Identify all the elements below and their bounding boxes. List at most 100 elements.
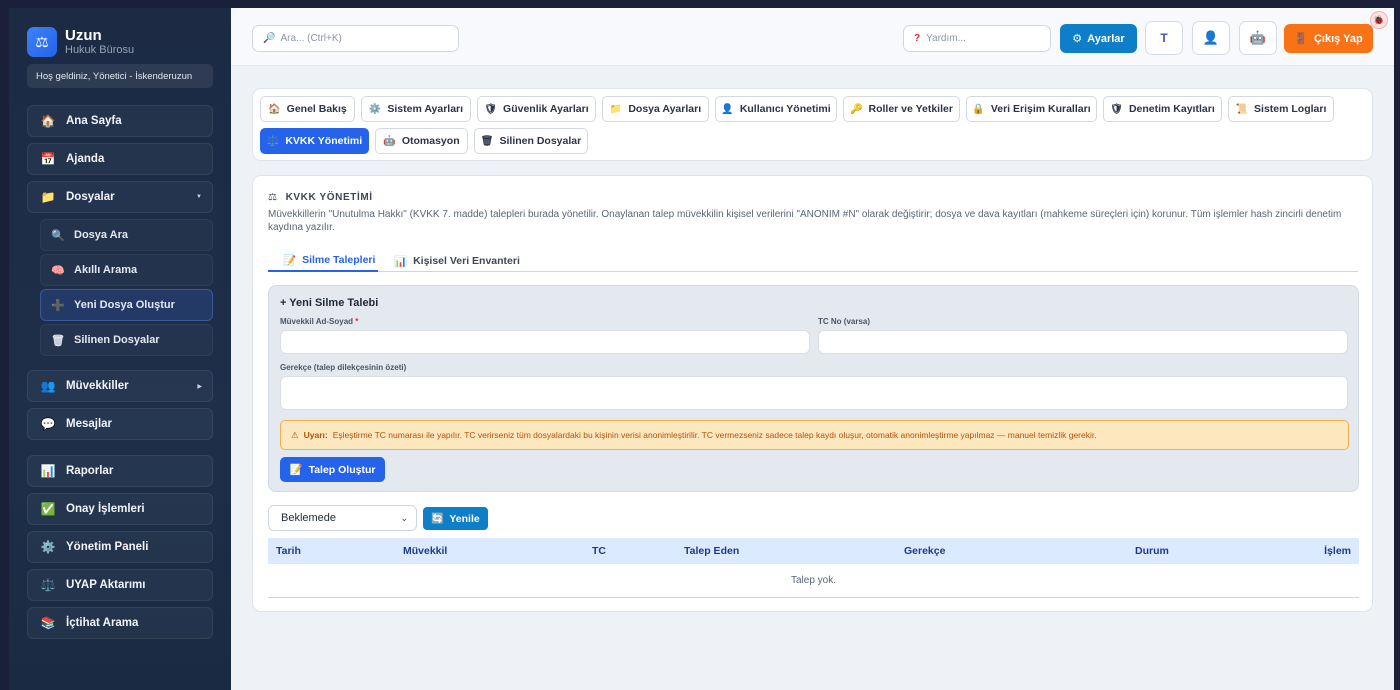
tab-genel-bakis[interactable]: 🏠 Genel Bakış [260, 96, 355, 122]
sidebar-item-ajanda[interactable]: 📅 Ajanda [27, 143, 213, 175]
sidebar-subitem-yeni-dosya[interactable]: ➕ Yeni Dosya Oluştur [40, 289, 213, 321]
sidebar-subitem-label: Yeni Dosya Oluştur [74, 299, 175, 311]
lock-icon: 🔒 [972, 103, 985, 115]
sidebar-item-raporlar[interactable]: 📊 Raporlar [27, 455, 213, 487]
status-filter-value: Beklemede [281, 512, 337, 524]
status-filter-select[interactable]: Beklemede ⌄ [268, 505, 417, 531]
logout-button[interactable]: 🚪 Çıkış Yap [1284, 24, 1373, 53]
sidebar-item-mesajlar[interactable]: 💬 Mesajlar [27, 408, 213, 440]
chat-icon: 💬 [40, 417, 56, 431]
sidebar-item-label: Ajanda [66, 153, 105, 165]
column-header[interactable]: Talep Eden [684, 538, 739, 564]
tab-dosya-ayarlari[interactable]: 📁 Dosya Ayarları [602, 96, 709, 122]
check-icon: ✅ [40, 502, 56, 516]
sidebar-item-label: Ana Sayfa [66, 115, 122, 127]
tab-guvenlik-ayarlari[interactable]: 🛡 Güvenlik Ayarları [477, 96, 596, 122]
main-content: 🔎 Ara... (Ctrl+K) ? Yardım... ⚙ Ayarlar … [231, 8, 1394, 690]
question-icon: ? [914, 33, 921, 44]
subtab-silme-talepleri[interactable]: 📝 Silme Talepleri [268, 250, 378, 272]
tab-roller-yetkiler[interactable]: 🔑 Roller ve Yetkiler [843, 96, 960, 122]
column-header[interactable]: Durum [1135, 538, 1169, 564]
user-icon: 👤 [721, 103, 734, 115]
sidebar-item-label: UYAP Aktarımı [66, 579, 146, 591]
brand-title: Uzun [65, 26, 102, 44]
search-icon: 🔍 [51, 229, 65, 242]
tab-sistem-ayarlari[interactable]: ⚙️ Sistem Ayarları [361, 96, 471, 122]
subtab-kisisel-veri-envanteri[interactable]: 📊 Kişisel Veri Envanteri [394, 250, 520, 272]
caret-right-icon: ▶ [197, 383, 202, 390]
tab-label: Genel Bakış [286, 103, 347, 115]
subtab-label: Silme Talepleri [302, 254, 376, 266]
plus-icon: ➕ [51, 299, 65, 312]
folder-icon: 📁 [40, 190, 56, 204]
tc-label: TC No (varsa) [818, 317, 871, 326]
column-header[interactable]: TC [592, 538, 606, 564]
assistant-button[interactable]: 🤖 [1239, 21, 1277, 55]
tab-sistem-loglari[interactable]: 📜 Sistem Logları [1228, 96, 1334, 122]
column-header[interactable]: Müvekkil [403, 538, 447, 564]
search-input[interactable]: 🔎 Ara... (Ctrl+K) [252, 25, 459, 52]
tab-label: Kullanıcı Yönetimi [739, 103, 831, 115]
tab-kullanici-yonetimi[interactable]: 👤 Kullanıcı Yönetimi [715, 96, 837, 122]
form-title: + Yeni Silme Talebi [280, 297, 379, 309]
teams-icon: T [1160, 31, 1168, 45]
folder-icon: 📁 [609, 103, 623, 115]
sidebar-subitem-silinen-dosyalar[interactable]: 🗑 Silinen Dosyalar [40, 324, 213, 356]
sidebar-subitem-akilli-arama[interactable]: 🧠 Akıllı Arama [40, 254, 213, 286]
robot-icon: 🤖 [383, 135, 396, 147]
sidebar-item-uyap[interactable]: ⚖️ UYAP Aktarımı [27, 569, 213, 601]
tab-kvkk-yonetimi[interactable]: ⚖️ KVKK Yönetimi [260, 128, 369, 154]
topbar: 🔎 Ara... (Ctrl+K) ? Yardım... ⚙ Ayarlar … [231, 8, 1394, 66]
client-name-input[interactable] [280, 330, 810, 354]
reason-label: Gerekçe (talep dilekçesinin özeti) [280, 363, 407, 372]
section-title: ⚖ KVKK YÖNETİMİ [268, 192, 373, 203]
user-icon: 👤 [1202, 30, 1220, 45]
scroll-icon: 📜 [1235, 103, 1249, 115]
profile-button[interactable]: 👤 [1192, 21, 1230, 55]
empty-table-message: Talep yok. [268, 564, 1359, 598]
section-title-text: KVKK YÖNETİMİ [285, 192, 373, 203]
sidebar-item-dosyalar[interactable]: 📁 Dosyalar ▼ [27, 181, 213, 213]
tab-denetim-kayitlari[interactable]: 🛡 Denetim Kayıtları [1103, 96, 1222, 122]
column-header[interactable]: Gerekçe [904, 538, 945, 564]
column-header[interactable]: Tarih [276, 538, 301, 564]
sidebar-item-onay-islemleri[interactable]: ✅ Onay İşlemleri [27, 493, 213, 525]
door-icon: 🚪 [1294, 33, 1308, 45]
tab-label: Silinen Dosyalar [499, 135, 582, 147]
help-placeholder: Yardım... [926, 33, 966, 44]
sidebar-item-label: Mesajlar [66, 418, 113, 430]
section-description: Müvekkillerin "Unutulma Hakkı" (KVKK 7. … [268, 209, 1342, 233]
tab-otomasyon[interactable]: 🤖 Otomasyon [375, 128, 468, 154]
calendar-icon: 📅 [40, 152, 56, 166]
warning-icon: ⚠ [291, 429, 299, 440]
teams-button[interactable]: T [1145, 21, 1183, 55]
tc-input[interactable] [818, 330, 1348, 354]
tab-silinen-dosyalar[interactable]: 🗑 Silinen Dosyalar [474, 128, 588, 154]
sidebar-item-ana-sayfa[interactable]: 🏠 Ana Sayfa [27, 105, 213, 137]
memo-icon: 📝 [289, 464, 303, 476]
sidebar-item-yonetim-paneli[interactable]: ⚙️ Yönetim Paneli [27, 531, 213, 563]
warning-box: ⚠ Uyarı: Eşleştirme TC numarası ile yapı… [280, 420, 1349, 450]
refresh-label: Yenile [449, 512, 480, 525]
home-icon: 🏠 [268, 103, 281, 115]
column-header[interactable]: İşlem [1324, 538, 1351, 564]
brand[interactable]: ⚖ Uzun Hukuk Bürosu [27, 26, 213, 58]
create-request-button[interactable]: 📝 Talep Oluştur [280, 457, 385, 482]
tab-veri-erisim[interactable]: 🔒 Veri Erişim Kuralları [966, 96, 1097, 122]
avatar[interactable]: 🐞 [1370, 11, 1388, 29]
scales-icon: ⚖ [27, 27, 57, 57]
settings-button[interactable]: ⚙ Ayarlar [1060, 24, 1137, 53]
caret-down-icon: ▼ [196, 194, 202, 200]
chart-icon: 📊 [40, 464, 56, 478]
help-input[interactable]: ? Yardım... [903, 25, 1051, 52]
refresh-button[interactable]: 🔄 Yenile [423, 507, 488, 530]
reason-textarea[interactable] [280, 376, 1348, 410]
users-icon: 👥 [40, 379, 56, 393]
new-deletion-request-form: + Yeni Silme Talebi Müvekkil Ad-Soyad * … [268, 285, 1359, 492]
sidebar-subitem-label: Silinen Dosyalar [74, 334, 160, 346]
sidebar-item-ictihat[interactable]: 📚 İçtihat Arama [27, 607, 213, 639]
shield-icon: 🛡 [484, 103, 498, 115]
sidebar-subitem-dosya-ara[interactable]: 🔍 Dosya Ara [40, 219, 213, 251]
tab-label: KVKK Yönetimi [285, 135, 363, 147]
sidebar-item-muvekkiller[interactable]: 👥 Müvekkiller ▶ [27, 370, 213, 402]
